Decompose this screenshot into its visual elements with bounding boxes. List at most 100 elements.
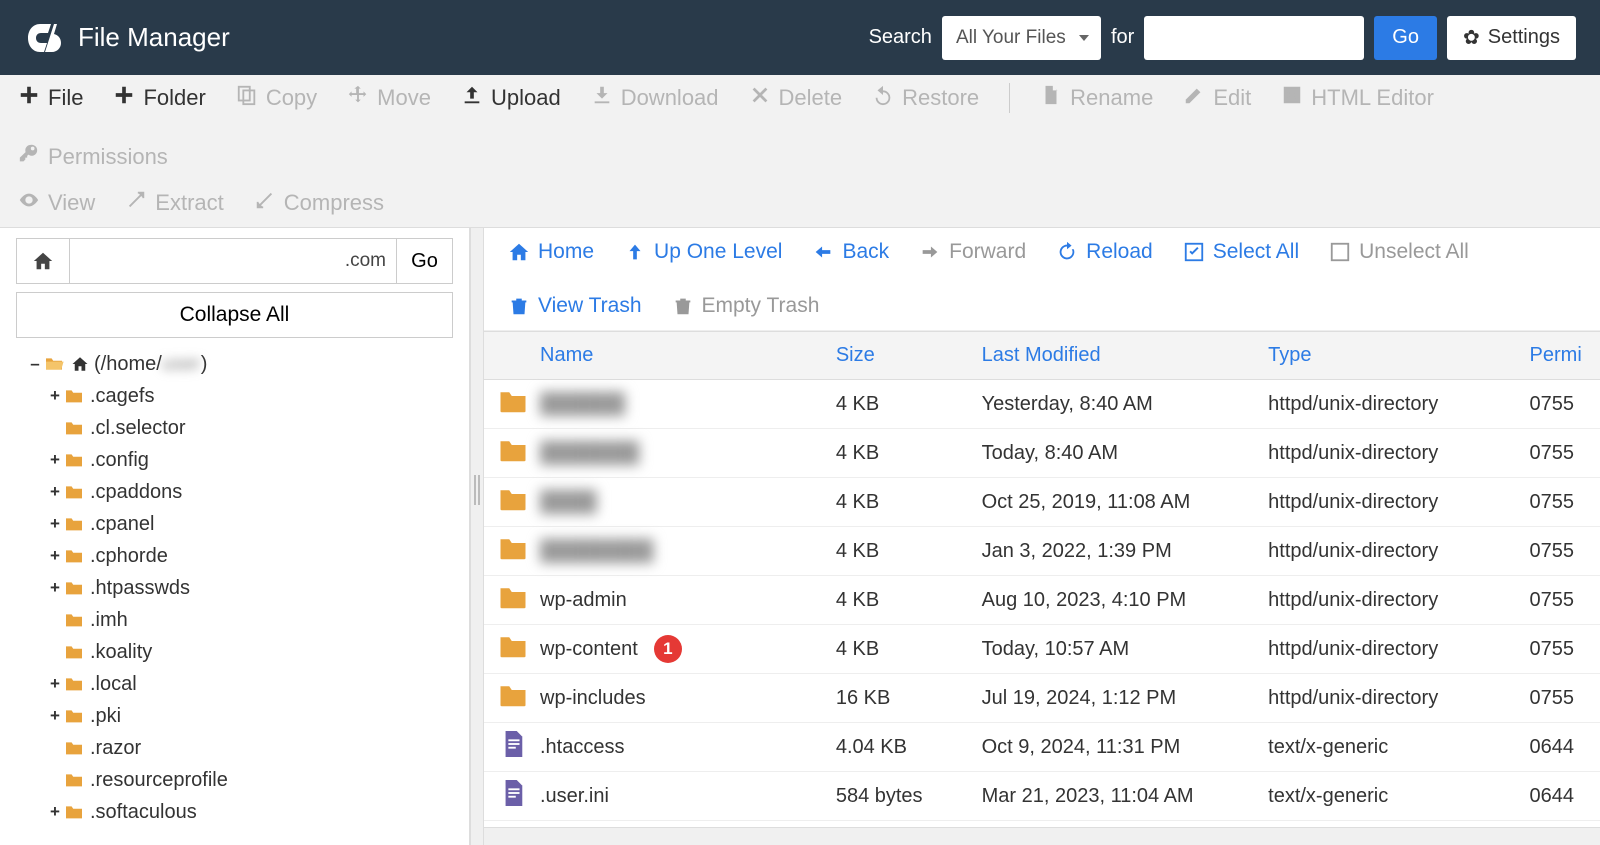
col-perm[interactable]: Permi bbox=[1520, 332, 1600, 380]
tree-toggle[interactable]: + bbox=[46, 386, 64, 406]
nav-empty-trash-label: Empty Trash bbox=[702, 294, 820, 318]
toolbar-edit-label: Edit bbox=[1213, 85, 1251, 111]
col-modified[interactable]: Last Modified bbox=[972, 332, 1259, 380]
table-row[interactable]: ██████ 4 KB Yesterday, 8:40 AM httpd/uni… bbox=[484, 380, 1600, 429]
file-type: httpd/unix-directory bbox=[1258, 674, 1519, 723]
file-size: 4 KB bbox=[826, 380, 972, 429]
col-name[interactable]: Name bbox=[484, 332, 826, 380]
table-row[interactable]: .user.ini 584 bytes Mar 21, 2023, 11:04 … bbox=[484, 772, 1600, 821]
tree-toggle[interactable]: + bbox=[46, 802, 64, 822]
file-type: httpd/unix-directory bbox=[1258, 380, 1519, 429]
toolbar-download: Download bbox=[591, 84, 719, 112]
path-go-button[interactable]: Go bbox=[397, 238, 453, 284]
badge: 1 bbox=[654, 635, 682, 663]
sidebar-home-button[interactable] bbox=[16, 238, 70, 284]
col-size[interactable]: Size bbox=[826, 332, 972, 380]
tree-item[interactable]: .resourceprofile bbox=[16, 764, 453, 796]
tree-item[interactable]: + .softaculous bbox=[16, 796, 453, 828]
tree-item[interactable]: + .local bbox=[16, 668, 453, 700]
splitter[interactable] bbox=[470, 228, 484, 845]
folder-icon bbox=[64, 420, 86, 436]
table-row[interactable]: wp-admin 4 KB Aug 10, 2023, 4:10 PM http… bbox=[484, 576, 1600, 625]
file-name: wp-content bbox=[540, 638, 638, 661]
file-size: 4.04 KB bbox=[826, 723, 972, 772]
tree-toggle[interactable]: + bbox=[46, 450, 64, 470]
tree-toggle[interactable]: + bbox=[46, 706, 64, 726]
file-name: ██████ bbox=[540, 393, 625, 416]
nav-back[interactable]: Back bbox=[812, 240, 889, 264]
table-row[interactable]: ████████ 4 KB Jan 3, 2022, 1:39 PM httpd… bbox=[484, 527, 1600, 576]
toolbar-folder[interactable]: Folder bbox=[113, 84, 205, 112]
header-right: Search All Your Files for Go ✿ Settings bbox=[869, 16, 1576, 60]
nav-view-trash[interactable]: View Trash bbox=[508, 294, 642, 318]
file-modified: Oct 25, 2019, 11:08 AM bbox=[972, 478, 1259, 527]
table-row[interactable]: ████ 4 KB Oct 25, 2019, 11:08 AM httpd/u… bbox=[484, 478, 1600, 527]
toolbar-permissions-label: Permissions bbox=[48, 144, 168, 170]
table-row[interactable]: wp-includes 16 KB Jul 19, 2024, 1:12 PM … bbox=[484, 674, 1600, 723]
table-row[interactable]: ███████ 4 KB Today, 8:40 AM httpd/unix-d… bbox=[484, 429, 1600, 478]
tree-root[interactable]: – (/home/ user ) bbox=[16, 348, 453, 380]
tree-toggle[interactable]: + bbox=[46, 546, 64, 566]
file-name: wp-includes bbox=[540, 687, 646, 710]
tree-item[interactable]: + .pki bbox=[16, 700, 453, 732]
tree-item[interactable]: .koality bbox=[16, 636, 453, 668]
nav-reload-label: Reload bbox=[1086, 240, 1153, 264]
toolbar-rename-label: Rename bbox=[1070, 85, 1153, 111]
search-input[interactable] bbox=[1144, 16, 1364, 60]
tree-item-label: .razor bbox=[90, 737, 141, 760]
file-modified: Mar 21, 2023, 11:04 AM bbox=[972, 772, 1259, 821]
table-row[interactable]: .htaccess 4.04 KB Oct 9, 2024, 11:31 PM … bbox=[484, 723, 1600, 772]
tree-root-suffix: ) bbox=[201, 353, 208, 376]
file-modified: Sep 18, 2024, 8:39 AM bbox=[972, 821, 1259, 828]
tree-item-label: .pki bbox=[90, 705, 121, 728]
tree-item[interactable]: .cl.selector bbox=[16, 412, 453, 444]
tree-item[interactable]: + .htpasswds bbox=[16, 572, 453, 604]
toolbar-permissions: Permissions bbox=[18, 143, 168, 171]
settings-button[interactable]: ✿ Settings bbox=[1447, 16, 1576, 60]
nav-select-all[interactable]: Select All bbox=[1183, 240, 1299, 264]
table-row[interactable]: wp-content1 4 KB Today, 10:57 AM httpd/u… bbox=[484, 625, 1600, 674]
tree-toggle[interactable]: + bbox=[46, 674, 64, 694]
collapse-all-button[interactable]: Collapse All bbox=[16, 292, 453, 338]
nav-unselect-all-label: Unselect All bbox=[1359, 240, 1469, 264]
toolbar-compress-label: Compress bbox=[284, 190, 384, 216]
file-perm: 0755 bbox=[1520, 674, 1600, 723]
search-scope-select[interactable]: All Your Files bbox=[942, 16, 1101, 60]
toolbar-move-label: Move bbox=[377, 85, 431, 111]
tree-item[interactable]: + .cpanel bbox=[16, 508, 453, 540]
extract-icon bbox=[125, 189, 147, 217]
nav-reload[interactable]: Reload bbox=[1056, 240, 1153, 264]
tree-item[interactable]: .imh bbox=[16, 604, 453, 636]
tree-item[interactable]: + .config bbox=[16, 444, 453, 476]
tree-item[interactable]: + .cpaddons bbox=[16, 476, 453, 508]
table-row[interactable]: error_log 480 bytes Sep 18, 2024, 8:39 A… bbox=[484, 821, 1600, 828]
horizontal-scrollbar[interactable] bbox=[484, 827, 1600, 845]
tree-item-label: .cpaddons bbox=[90, 481, 182, 504]
path-input[interactable] bbox=[70, 238, 397, 284]
file-modified: Today, 10:57 AM bbox=[972, 625, 1259, 674]
app-title: File Manager bbox=[78, 22, 230, 53]
file-type: text/x-generic bbox=[1258, 723, 1519, 772]
tree-toggle[interactable]: + bbox=[46, 514, 64, 534]
tree-item[interactable]: + .cphorde bbox=[16, 540, 453, 572]
tree-item[interactable]: .razor bbox=[16, 732, 453, 764]
toolbar-upload[interactable]: Upload bbox=[461, 84, 561, 112]
nav-unselect-all: Unselect All bbox=[1329, 240, 1469, 264]
nav-home[interactable]: Home bbox=[508, 240, 594, 264]
file-name: ████████ bbox=[540, 540, 653, 563]
nav-up[interactable]: Up One Level bbox=[624, 240, 782, 264]
settings-label: Settings bbox=[1488, 26, 1560, 49]
toolbar-delete: Delete bbox=[749, 84, 843, 112]
tree-toggle[interactable]: + bbox=[46, 482, 64, 502]
file-table-wrap[interactable]: Name Size Last Modified Type Permi █████… bbox=[484, 331, 1600, 827]
check-square-icon bbox=[1183, 241, 1205, 263]
tree-item[interactable]: + .cagefs bbox=[16, 380, 453, 412]
tree-toggle[interactable]: + bbox=[46, 578, 64, 598]
tree-toggle[interactable]: – bbox=[26, 354, 44, 374]
search-go-button[interactable]: Go bbox=[1374, 16, 1437, 60]
file-perm: 0755 bbox=[1520, 527, 1600, 576]
col-type[interactable]: Type bbox=[1258, 332, 1519, 380]
file-perm: 0755 bbox=[1520, 625, 1600, 674]
toolbar-file[interactable]: File bbox=[18, 84, 83, 112]
folder-icon bbox=[498, 682, 528, 714]
